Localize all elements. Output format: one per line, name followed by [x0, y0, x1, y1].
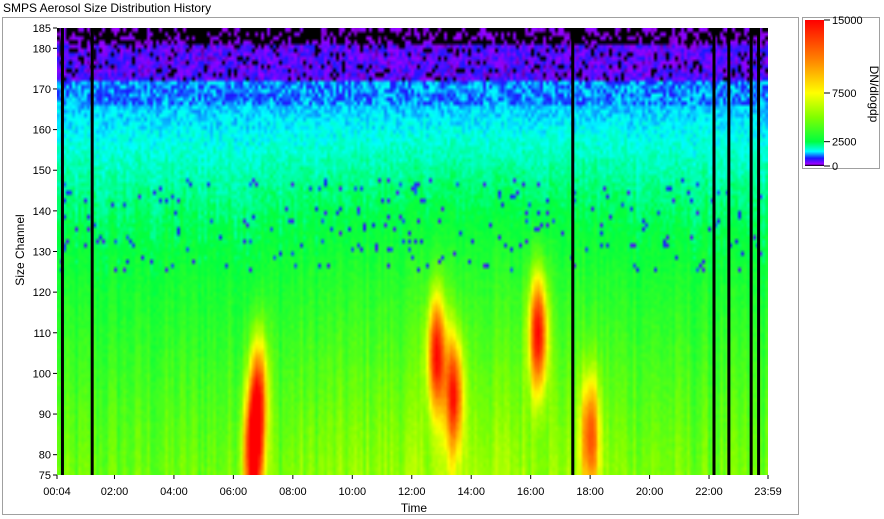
heatmap-image — [57, 28, 768, 475]
colorbar-ticks: 0 2500 7500 15000 — [824, 15, 863, 173]
x-tick-label: 18:00 — [576, 486, 604, 498]
y-tick-label: 100 — [33, 368, 51, 380]
y-tick-label: 110 — [33, 328, 51, 340]
x-tick-label: 00:04 — [43, 486, 71, 498]
x-tick-label: 04:00 — [160, 486, 188, 498]
y-tick-label: 80 — [39, 450, 51, 462]
y-tick-label: 180 — [33, 43, 51, 55]
y-tick-label: 75 — [39, 470, 51, 482]
data-gap-line — [749, 28, 753, 475]
y-tick-label: 160 — [33, 125, 51, 137]
data-gap-line — [712, 28, 716, 475]
x-tick-label: 22:00 — [695, 486, 723, 498]
y-tick-label: 90 — [39, 409, 51, 421]
x-tick-label: 16:00 — [517, 486, 545, 498]
colorbar — [805, 20, 824, 166]
y-tick-label: 140 — [33, 206, 51, 218]
data-gap-line — [571, 28, 575, 475]
y-tick-label: 120 — [33, 287, 51, 299]
x-tick-label: 14:00 — [457, 486, 485, 498]
colorbar-tick-label: 15000 — [832, 15, 863, 27]
x-tick-label: 20:00 — [636, 486, 664, 498]
x-tick-label: 08:00 — [279, 486, 307, 498]
x-tick-label: 12:00 — [398, 486, 426, 498]
x-axis-label: Time — [401, 501, 428, 515]
data-gap-line — [727, 28, 731, 475]
x-tick-label: 10:00 — [339, 486, 367, 498]
x-tick-label: 02:00 — [101, 486, 129, 498]
data-gap-line — [90, 28, 94, 475]
y-tick-label: 130 — [33, 247, 51, 259]
colorbar-tick-label: 0 — [832, 161, 838, 173]
y-axis-label: Size Channel — [13, 214, 27, 285]
x-tick-label: 23:59 — [754, 486, 782, 498]
x-axis: 00:04 02:00 04:00 06:00 08:00 10:00 12:00 14:00… — [43, 475, 782, 498]
heatmap-chart: 75 80 90 100 110 120 130 140 150 160 170 180 185 00:… — [13, 15, 881, 515]
x-tick-label: 06:00 — [220, 486, 248, 498]
data-gap-line — [60, 28, 64, 475]
y-tick-label: 185 — [33, 23, 51, 35]
y-tick-label: 170 — [33, 84, 51, 96]
y-tick-label: 150 — [33, 165, 51, 177]
colorbar-tick-label: 2500 — [832, 137, 856, 149]
colorbar-tick-label: 7500 — [832, 88, 856, 100]
y-axis: 75 80 90 100 110 120 130 140 150 160 170 180 185 — [33, 23, 57, 482]
data-gap-line — [757, 28, 761, 475]
colorbar-label: DN/dlogdp — [867, 66, 881, 123]
